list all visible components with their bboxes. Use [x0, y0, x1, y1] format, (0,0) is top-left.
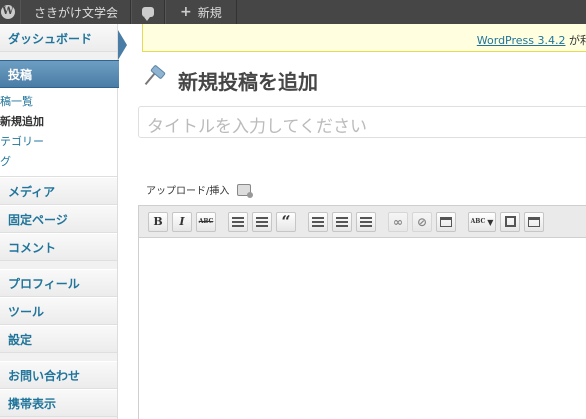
align-center-button[interactable]: [332, 211, 352, 232]
menu-tools[interactable]: ツール: [0, 297, 117, 325]
align-right-button[interactable]: [356, 211, 376, 232]
kitchen-sink-button[interactable]: [524, 211, 544, 232]
remove-link-button[interactable]: ⊘: [412, 211, 432, 232]
menu-media[interactable]: メディア: [0, 177, 117, 205]
page-heading: 新規投稿を追加: [140, 64, 318, 95]
current-menu-arrow: [118, 30, 127, 60]
numbered-list-icon: [256, 216, 268, 227]
bold-button[interactable]: B: [148, 211, 168, 232]
new-content-button[interactable]: + 新規: [165, 0, 237, 24]
update-notice-text: が利: [568, 34, 586, 47]
editor-toolbar: B I ABC “ ∞ ⊘ ABC ▼: [138, 205, 586, 237]
update-notice: WordPress 3.4.2 が利: [142, 24, 586, 52]
menu-dashboard[interactable]: ダッシュボード: [0, 24, 117, 52]
submenu-tags[interactable]: グ: [0, 152, 117, 172]
admin-sidebar: ダッシュボード 投稿 稿一覧 新規追加 テゴリー グ メディア 固定ページ コメ…: [0, 24, 119, 419]
menu-separator: [0, 52, 117, 60]
menu-pages[interactable]: 固定ページ: [0, 205, 117, 233]
media-upload-row: アップロード/挿入: [146, 182, 254, 198]
wordpress-version-link[interactable]: WordPress 3.4.2: [477, 34, 566, 47]
bullet-list-button[interactable]: [228, 211, 248, 232]
menu-comments[interactable]: コメント: [0, 233, 117, 261]
fullscreen-icon: [504, 216, 516, 227]
pushpin-icon: [140, 64, 168, 94]
plus-icon: +: [180, 4, 192, 20]
chevron-down-icon: ▼: [487, 216, 494, 227]
insert-more-button[interactable]: [436, 211, 456, 232]
numbered-list-button[interactable]: [252, 211, 272, 232]
posts-submenu: 稿一覧 新規追加 テゴリー グ: [0, 88, 117, 177]
menu-profile[interactable]: プロフィール: [0, 269, 117, 297]
unlink-icon: ⊘: [416, 214, 428, 229]
align-left-button[interactable]: [308, 211, 328, 232]
bullet-list-icon: [232, 216, 244, 227]
menu-mobile[interactable]: 携帯表示: [0, 389, 117, 417]
link-icon: ∞: [393, 214, 403, 229]
more-tag-icon: [440, 216, 452, 227]
align-left-icon: [312, 216, 324, 227]
media-upload-label: アップロード/挿入: [146, 186, 230, 197]
align-right-icon: [360, 216, 372, 227]
submenu-add-new[interactable]: 新規追加: [0, 112, 117, 132]
submenu-categories[interactable]: テゴリー: [0, 132, 117, 152]
insert-link-button[interactable]: ∞: [388, 211, 408, 232]
menu-separator: [0, 261, 117, 269]
comments-button[interactable]: [131, 0, 166, 24]
new-content-label: 新規: [197, 5, 222, 20]
submenu-all-posts[interactable]: 稿一覧: [0, 92, 117, 112]
post-title-input[interactable]: タイトルを入力してください: [138, 106, 586, 138]
align-center-icon: [336, 216, 348, 227]
add-media-icon[interactable]: [237, 183, 254, 198]
italic-button[interactable]: I: [172, 211, 192, 232]
fullscreen-button[interactable]: [500, 211, 520, 232]
blockquote-button[interactable]: “: [276, 211, 296, 232]
kitchen-sink-icon: [528, 216, 540, 227]
admin-bar: W さきがけ文学会 + 新規: [0, 0, 586, 24]
menu-settings[interactable]: 設定: [0, 325, 117, 353]
menu-posts[interactable]: 投稿: [0, 60, 119, 88]
site-name-link[interactable]: さきがけ文学会: [20, 0, 132, 24]
wordpress-logo-icon[interactable]: W: [0, 0, 20, 24]
page-title: 新規投稿を追加: [178, 69, 318, 94]
strikethrough-button[interactable]: ABC: [196, 211, 216, 232]
comment-bubble-icon: [142, 7, 155, 21]
menu-contact[interactable]: お問い合わせ: [0, 361, 117, 389]
menu-separator: [0, 353, 117, 361]
content-editor[interactable]: [138, 237, 586, 419]
spellcheck-button[interactable]: ABC ▼: [468, 211, 496, 232]
